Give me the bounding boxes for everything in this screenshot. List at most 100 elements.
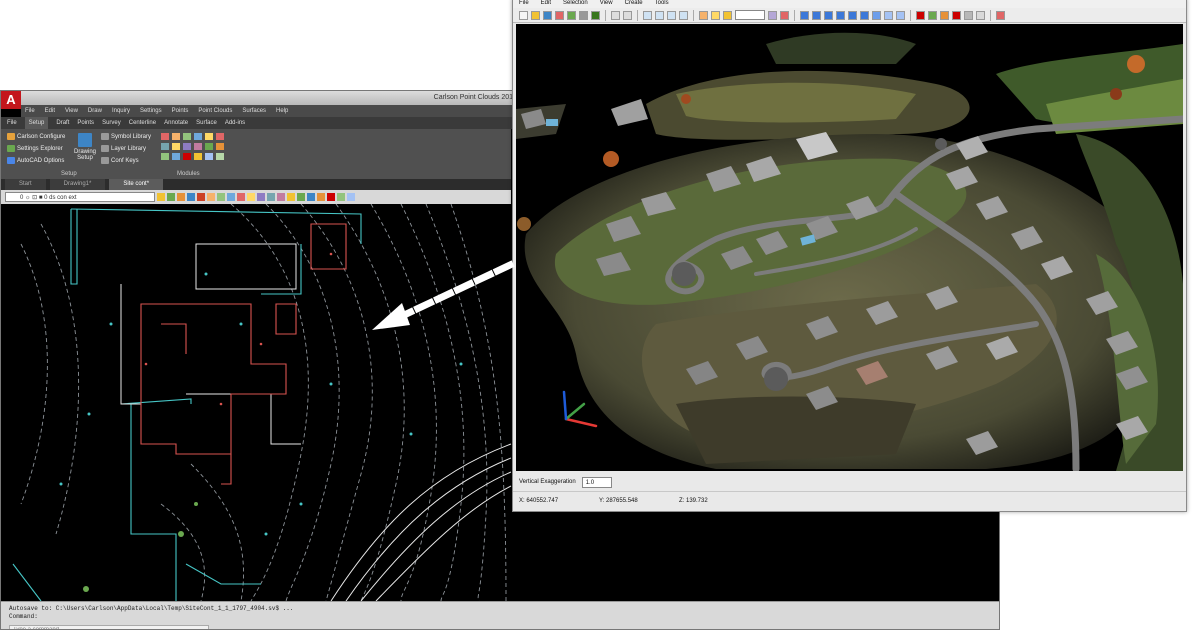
module-icon[interactable] xyxy=(216,153,224,160)
cad-menu-item-point-clouds[interactable]: Point Clouds xyxy=(198,105,232,117)
layers-icon[interactable] xyxy=(579,10,588,20)
settings-explorer-button[interactable]: Settings Explorer xyxy=(7,145,63,152)
cad-menu-item-draw[interactable]: Draw xyxy=(88,105,102,117)
module-icon[interactable] xyxy=(172,153,180,160)
view-icon[interactable] xyxy=(723,10,732,20)
walk-icon[interactable] xyxy=(860,10,869,20)
pointcloud-viewport[interactable] xyxy=(516,24,1183,471)
color-icon[interactable] xyxy=(780,10,789,20)
pc-menu-item-create[interactable]: Create xyxy=(625,0,643,8)
pan-icon[interactable] xyxy=(679,10,688,20)
toolbar-icon[interactable] xyxy=(307,193,315,201)
pc-menu-item-edit[interactable]: Edit xyxy=(541,0,551,8)
conf-keys-button[interactable]: Conf Keys xyxy=(101,157,139,164)
toolbar-icon[interactable] xyxy=(207,193,215,201)
module-icon[interactable] xyxy=(205,143,213,150)
export-icon[interactable] xyxy=(567,10,576,20)
drawing-setup-button[interactable]: Drawing Setup xyxy=(71,133,99,161)
module-icon[interactable] xyxy=(161,153,169,160)
open-file-icon[interactable] xyxy=(531,10,540,20)
toolbar-icon[interactable] xyxy=(167,193,175,201)
iso-view-icon[interactable] xyxy=(836,10,845,20)
cad-menu-item-view[interactable]: View xyxy=(65,105,78,117)
toolbar-icon[interactable] xyxy=(277,193,285,201)
toolbar-icon[interactable] xyxy=(297,193,305,201)
toolbar-icon[interactable] xyxy=(177,193,185,201)
pc-menu-item-tools[interactable]: Tools xyxy=(655,0,669,8)
pc-menu-item-view[interactable]: View xyxy=(600,0,613,8)
ribbon-tab-file[interactable]: File xyxy=(7,117,17,129)
module-icon[interactable] xyxy=(172,143,180,150)
pc-menu-item-selection[interactable]: Selection xyxy=(563,0,588,8)
view-dropdown[interactable] xyxy=(735,10,765,20)
redo-icon[interactable] xyxy=(623,10,632,20)
classify-icon[interactable] xyxy=(928,10,937,20)
import-icon[interactable] xyxy=(555,10,564,20)
pc-menu-item-file[interactable]: File xyxy=(519,0,529,8)
toolbar-icon[interactable] xyxy=(287,193,295,201)
measure-icon[interactable] xyxy=(884,10,893,20)
toolbar-icon[interactable] xyxy=(227,193,235,201)
image-icon[interactable] xyxy=(976,10,985,20)
module-icon[interactable] xyxy=(205,153,213,160)
zoom-in-icon[interactable] xyxy=(643,10,652,20)
layer-dropdown[interactable]: 0 ☼ ⊡ ■ 0 ds con ext xyxy=(5,192,155,202)
toolbar-icon[interactable] xyxy=(267,193,275,201)
autocad-options-button[interactable]: AutoCAD Options xyxy=(7,157,64,164)
module-icon[interactable] xyxy=(194,153,202,160)
module-icon[interactable] xyxy=(172,133,180,140)
cad-menu-item-settings[interactable]: Settings xyxy=(140,105,162,117)
top-view-icon[interactable] xyxy=(800,10,809,20)
ribbon-tab-surface[interactable]: Surface xyxy=(196,117,217,129)
delete-points-icon[interactable] xyxy=(916,10,925,20)
toolbar-icon[interactable] xyxy=(347,193,355,201)
vertical-exaggeration-select[interactable]: 1.0 xyxy=(581,476,612,488)
ribbon-tab-annotate[interactable]: Annotate xyxy=(164,117,188,129)
doc-tab-site-cont[interactable]: Site cont* xyxy=(109,179,164,190)
ribbon-tab-centerline[interactable]: Centerline xyxy=(129,117,156,129)
module-icon[interactable] xyxy=(216,133,224,140)
grid-icon[interactable] xyxy=(872,10,881,20)
autocad-logo-icon[interactable]: A xyxy=(1,91,21,109)
toolbar-icon[interactable] xyxy=(217,193,225,201)
ribbon-tab-points[interactable]: Points xyxy=(77,117,94,129)
doc-tab-drawing1[interactable]: Drawing1* xyxy=(49,179,106,190)
cad-menu-item-inquiry[interactable]: Inquiry xyxy=(112,105,130,117)
ribbon-tab-add-ins[interactable]: Add-ins xyxy=(225,117,245,129)
toolbar-icon[interactable] xyxy=(337,193,345,201)
ribbon-tab-draft[interactable]: Draft xyxy=(56,117,69,129)
orbit-icon[interactable] xyxy=(848,10,857,20)
zoom-out-icon[interactable] xyxy=(655,10,664,20)
layer-library-button[interactable]: Layer Library xyxy=(101,145,146,152)
module-icon[interactable] xyxy=(205,133,213,140)
module-icon[interactable] xyxy=(161,133,169,140)
carlson-configure-button[interactable]: Carlson Configure xyxy=(7,133,65,140)
close-view-icon[interactable] xyxy=(996,10,1005,20)
cad-menu-item-file[interactable]: File xyxy=(25,105,35,117)
undo-icon[interactable] xyxy=(611,10,620,20)
toolbar-icon[interactable] xyxy=(237,193,245,201)
toolbar-icon[interactable] xyxy=(327,193,335,201)
select-icon[interactable] xyxy=(699,10,708,20)
doc-tab-start[interactable]: Start xyxy=(5,179,46,190)
toolbar-icon[interactable] xyxy=(197,193,205,201)
module-icon[interactable] xyxy=(216,143,224,150)
tree-icon[interactable] xyxy=(591,10,600,20)
module-icon[interactable] xyxy=(183,153,191,160)
toolbar-icon[interactable] xyxy=(187,193,195,201)
toolbar-icon[interactable] xyxy=(247,193,255,201)
cad-menu-item-points[interactable]: Points xyxy=(172,105,189,117)
module-icon[interactable] xyxy=(183,133,191,140)
module-icon[interactable] xyxy=(194,133,202,140)
render-icon[interactable] xyxy=(768,10,777,20)
side-view-icon[interactable] xyxy=(824,10,833,20)
command-input[interactable] xyxy=(9,625,209,629)
filter-icon[interactable] xyxy=(940,10,949,20)
new-file-icon[interactable] xyxy=(519,10,528,20)
cad-menu-item-help[interactable]: Help xyxy=(276,105,288,117)
zoom-extents-icon[interactable] xyxy=(667,10,676,20)
marker-icon[interactable] xyxy=(952,10,961,20)
symbol-library-button[interactable]: Symbol Library xyxy=(101,133,151,140)
section-icon[interactable] xyxy=(896,10,905,20)
module-icon[interactable] xyxy=(183,143,191,150)
